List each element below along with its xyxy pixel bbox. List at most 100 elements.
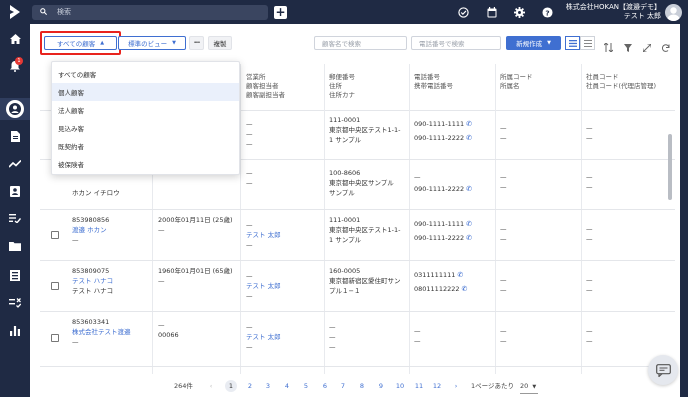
customer-name-link[interactable]: テスト ハナコ [72, 276, 113, 286]
column-header-employee[interactable]: 社員コード 社員コード(代理店管理) [586, 73, 656, 91]
document-icon[interactable] [0, 125, 30, 147]
phone-icon[interactable]: ✆ [462, 285, 468, 293]
customer-name-kana: ホカン イチロウ [72, 189, 120, 197]
new-create-label: 新規作成 [516, 40, 543, 48]
table-row[interactable]: 853809075 テスト ハナコ テスト ハナコ 1960年01月01日 (6… [40, 261, 675, 312]
page-2[interactable]: 2 [244, 380, 256, 392]
bell-icon[interactable]: 1 [0, 55, 30, 77]
page-8[interactable]: 8 [356, 380, 368, 392]
more-options-button[interactable]: ••• [189, 36, 204, 50]
customer-name-link[interactable]: 渡邉 ホカン [72, 225, 109, 235]
sort-icon[interactable] [603, 37, 614, 56]
phone-cell: — 090-1111-2222 ✆ [414, 173, 473, 193]
menu-item-insured[interactable]: 被保険者 [52, 155, 239, 173]
phone-icon[interactable]: ✆ [466, 234, 472, 242]
contact-card-icon[interactable] [0, 180, 30, 202]
help-icon[interactable]: ? [534, 6, 562, 18]
calendar-icon[interactable] [478, 6, 506, 18]
gear-icon[interactable] [506, 6, 534, 18]
page-7[interactable]: 7 [337, 380, 349, 392]
owner-link[interactable]: テスト 太郎 [246, 230, 281, 240]
chat-support-button[interactable] [648, 355, 678, 385]
table-scrollbar[interactable] [668, 134, 672, 200]
menu-item-contracted[interactable]: 既契約者 [52, 137, 239, 155]
row-checkbox[interactable] [51, 231, 59, 239]
page-12[interactable]: 12 [431, 380, 443, 392]
building-icon[interactable] [0, 264, 30, 286]
phone-icon[interactable]: ✆ [466, 220, 472, 228]
phone-icon[interactable]: ✆ [457, 271, 463, 279]
standard-view-dropdown[interactable]: 標準のビュー ▼ [118, 36, 186, 50]
row-checkbox[interactable] [51, 334, 59, 342]
global-search-input[interactable]: 検索 [32, 4, 268, 20]
column-header-address[interactable]: 郵便番号 住所 住所カナ [329, 73, 355, 100]
task-list-icon[interactable] [0, 292, 30, 314]
table-row[interactable]: 853980856 渡邉 ホカン — 2000年01月11日 (25歳) — — … [40, 210, 675, 261]
page-4[interactable]: 4 [281, 380, 293, 392]
table-row[interactable]: 853603341 株式会社テスト渡邉 — —00066 — テスト 太郎 — … [40, 312, 675, 367]
menu-item-corporate[interactable]: 法人顧客 [52, 101, 239, 119]
org-cell: — — [500, 276, 507, 294]
customer-cell: 853809075 テスト ハナコ テスト ハナコ [72, 267, 114, 295]
refresh-icon[interactable] [661, 37, 670, 56]
customer-filter-dropdown[interactable]: すべての顧客 ▲ [44, 36, 117, 50]
employee-cell: — — [586, 124, 593, 142]
compact-view-icon[interactable] [580, 36, 595, 50]
phone-icon[interactable]: ✆ [466, 185, 472, 193]
next-page-icon[interactable]: › [450, 380, 462, 392]
copy-view-button[interactable]: 複製 [208, 36, 232, 50]
phone-icon[interactable]: ✆ [466, 134, 472, 142]
customer-cell: 853980856 渡邉 ホカン — [72, 216, 110, 244]
per-page-select[interactable]: 20 ▼ [520, 380, 538, 394]
birth-cell: 2000年01月11日 (25歳) — [158, 216, 233, 234]
pagination: 264件 ‹ 1 2 3 4 5 6 7 8 9 10 11 12 › 1ページ… [30, 374, 680, 397]
page-10[interactable]: 10 [394, 380, 406, 392]
bar-chart-icon[interactable] [0, 320, 30, 342]
app-logo[interactable] [0, 0, 30, 24]
owner-link[interactable]: テスト 太郎 [246, 281, 281, 291]
menu-item-all-customers[interactable]: すべての顧客 [52, 65, 239, 83]
menu-item-prospects[interactable]: 見込み客 [52, 119, 239, 137]
page-1[interactable]: 1 [225, 380, 237, 392]
office-cell: — テスト 太郎 — [246, 272, 281, 300]
row-checkbox[interactable] [51, 282, 59, 290]
address-cell: — — — [329, 323, 336, 351]
check-circle-icon[interactable] [450, 6, 478, 18]
caret-down-icon: ▼ [547, 40, 551, 46]
checklist-icon[interactable] [0, 207, 30, 229]
trend-icon[interactable] [0, 153, 30, 175]
standard-view-label: 標準のビュー [128, 40, 168, 48]
menu-item-individual[interactable]: 個人顧客 [52, 83, 239, 101]
filter-icon[interactable] [624, 37, 632, 56]
prev-page-icon[interactable]: ‹ [205, 380, 217, 392]
page-6[interactable]: 6 [319, 380, 331, 392]
customer-name-link[interactable]: 株式会社テスト渡邉 [72, 327, 131, 337]
search-placeholder: 検索 [57, 8, 71, 16]
column-header-phone[interactable]: 電話番号 携帯電話番号 [414, 73, 453, 91]
phone-cell: 090-1111-1111 ✆ 090-1111-2222 ✆ [414, 120, 473, 142]
view-mode-toggle [565, 36, 595, 50]
phone-search-input[interactable]: 電話番号で検索 [411, 36, 501, 50]
address-cell: 160-0005 東京都新宿区愛住町サン プル１−１ [329, 267, 401, 295]
expand-icon[interactable] [642, 37, 652, 56]
customer-name-search-input[interactable]: 顧客名で検索 [314, 36, 407, 50]
page-9[interactable]: 9 [375, 380, 387, 392]
avatar[interactable] [665, 3, 682, 21]
quick-add-button[interactable]: + [274, 5, 287, 19]
page-5[interactable]: 5 [300, 380, 312, 392]
chat-icon [655, 363, 671, 377]
column-header-office[interactable]: 営業所 顧客担当者 顧客副担当者 [246, 73, 285, 100]
page-11[interactable]: 11 [413, 380, 425, 392]
owner-link[interactable]: テスト 太郎 [246, 332, 281, 342]
phone-icon[interactable]: ✆ [466, 120, 472, 128]
page-3[interactable]: 3 [262, 380, 274, 392]
folder-icon[interactable] [0, 235, 30, 257]
account-info[interactable]: 株式会社HOKAN【渡邉デモ】 テスト 太郎 [566, 3, 661, 21]
column-header-org[interactable]: 所属コード 所属名 [500, 73, 533, 91]
customer-filter-menu: すべての顧客 個人顧客 法人顧客 見込み客 既契約者 被保険者 [51, 61, 240, 175]
sidebar-item-customers[interactable] [0, 98, 30, 120]
new-create-button[interactable]: 新規作成 ▼ [506, 36, 561, 50]
home-icon[interactable] [0, 28, 30, 50]
per-page-value: 20 [520, 382, 529, 390]
list-view-icon[interactable] [565, 36, 580, 50]
